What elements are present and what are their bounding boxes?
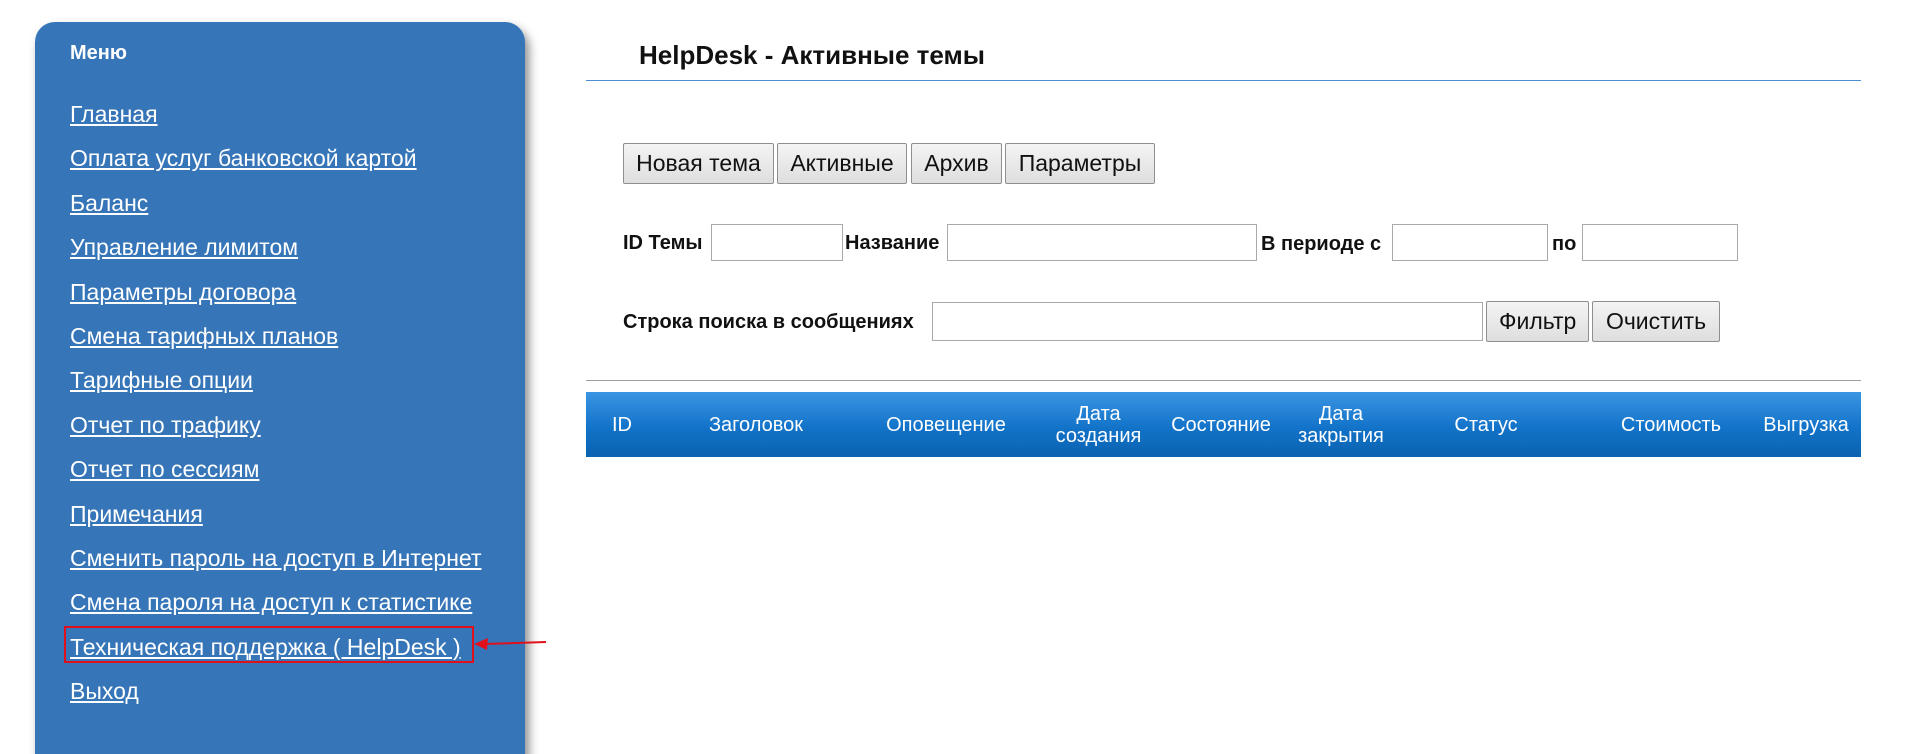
period-from-input[interactable] <box>1392 224 1548 261</box>
sidebar-link-home[interactable]: Главная <box>70 101 158 127</box>
sidebar-item-tariff-change: Смена тарифных планов <box>70 314 481 358</box>
column-id[interactable]: ID <box>606 392 638 457</box>
sidebar-link-notes[interactable]: Примечания <box>70 501 203 527</box>
topic-id-input[interactable] <box>711 224 843 261</box>
sidebar-link-limit[interactable]: Управление лимитом <box>70 234 298 260</box>
name-input[interactable] <box>947 224 1257 261</box>
sidebar-item-logout: Выход <box>70 669 481 713</box>
sidebar-link-card-payment[interactable]: Оплата услуг банковской картой <box>70 145 417 171</box>
sidebar-item-limit: Управление лимитом <box>70 225 481 269</box>
column-export[interactable]: Выгрузка <box>1756 392 1856 457</box>
helpdesk-highlight-box <box>64 626 474 663</box>
sidebar-title: Меню <box>70 42 127 64</box>
column-notification[interactable]: Оповещение <box>876 392 1016 457</box>
column-closed-date[interactable]: Дата закрытия <box>1286 392 1396 457</box>
column-created-date-line1: Дата <box>1076 402 1121 425</box>
name-label: Название <box>845 232 940 254</box>
column-closed-date-line2: закрытия <box>1298 424 1384 447</box>
new-topic-button[interactable]: Новая тема <box>623 143 774 184</box>
column-state[interactable]: Состояние <box>1166 392 1276 457</box>
clear-button[interactable]: Очистить <box>1592 301 1720 342</box>
sidebar-link-session-report[interactable]: Отчет по сессиям <box>70 456 259 482</box>
sidebar-item-notes: Примечания <box>70 492 481 536</box>
sidebar-link-contract[interactable]: Параметры договора <box>70 279 296 305</box>
archive-button[interactable]: Архив <box>911 143 1002 184</box>
sidebar-item-session-report: Отчет по сессиям <box>70 447 481 491</box>
column-closed-date-line1: Дата <box>1318 402 1364 425</box>
sidebar-item-traffic-report: Отчет по трафику <box>70 403 481 447</box>
active-topics-button[interactable]: Активные <box>777 143 907 184</box>
topics-table-header: ID Заголовок Оповещение Дата создания Со… <box>586 392 1861 457</box>
topic-id-label: ID Темы <box>623 232 703 254</box>
sidebar-item-tariff-options: Тарифные опции <box>70 358 481 402</box>
page-title: HelpDesk - Активные темы <box>639 40 985 70</box>
filter-button[interactable]: Фильтр <box>1486 301 1589 342</box>
message-search-input[interactable] <box>932 302 1483 341</box>
sidebar-menu: Меню Главная Оплата услуг банковской кар… <box>35 22 546 754</box>
sidebar-menu-list: Главная Оплата услуг банковской картой Б… <box>70 92 481 713</box>
parameters-button[interactable]: Параметры <box>1005 143 1155 184</box>
sidebar-item-balance: Баланс <box>70 181 481 225</box>
title-divider <box>586 80 1861 81</box>
period-to-input[interactable] <box>1582 224 1738 261</box>
main-content: HelpDesk - Активные темы Новая тема Акти… <box>586 0 1861 754</box>
column-created-date-line2: создания <box>1055 424 1142 447</box>
period-to-label: по <box>1552 233 1577 255</box>
sidebar-link-internet-password[interactable]: Сменить пароль на доступ в Интернет <box>70 545 481 571</box>
period-from-label: В периоде с <box>1261 233 1382 255</box>
column-title[interactable]: Заголовок <box>696 392 816 457</box>
sidebar-item-home: Главная <box>70 92 481 136</box>
page: Меню Главная Оплата услуг банковской кар… <box>0 0 1910 754</box>
message-search-label: Строка поиска в сообщениях <box>623 311 914 333</box>
column-cost[interactable]: Стоимость <box>1606 392 1736 457</box>
sidebar-item-stats-password: Смена пароля на доступ к статистике <box>70 580 481 624</box>
sidebar-item-card-payment: Оплата услуг банковской картой <box>70 136 481 180</box>
column-created-date[interactable]: Дата создания <box>1046 392 1151 457</box>
sidebar-link-stats-password[interactable]: Смена пароля на доступ к статистике <box>70 589 472 615</box>
sidebar-link-logout[interactable]: Выход <box>70 678 139 704</box>
column-status[interactable]: Статус <box>1446 392 1526 457</box>
section-divider <box>586 380 1861 381</box>
annotation-arrow-icon <box>474 638 546 650</box>
sidebar-link-tariff-options[interactable]: Тарифные опции <box>70 367 253 393</box>
sidebar-item-contract: Параметры договора <box>70 270 481 314</box>
sidebar-link-traffic-report[interactable]: Отчет по трафику <box>70 412 261 438</box>
sidebar-link-tariff-change[interactable]: Смена тарифных планов <box>70 323 338 349</box>
sidebar-link-balance[interactable]: Баланс <box>70 190 148 216</box>
sidebar-item-internet-password: Сменить пароль на доступ в Интернет <box>70 536 481 580</box>
